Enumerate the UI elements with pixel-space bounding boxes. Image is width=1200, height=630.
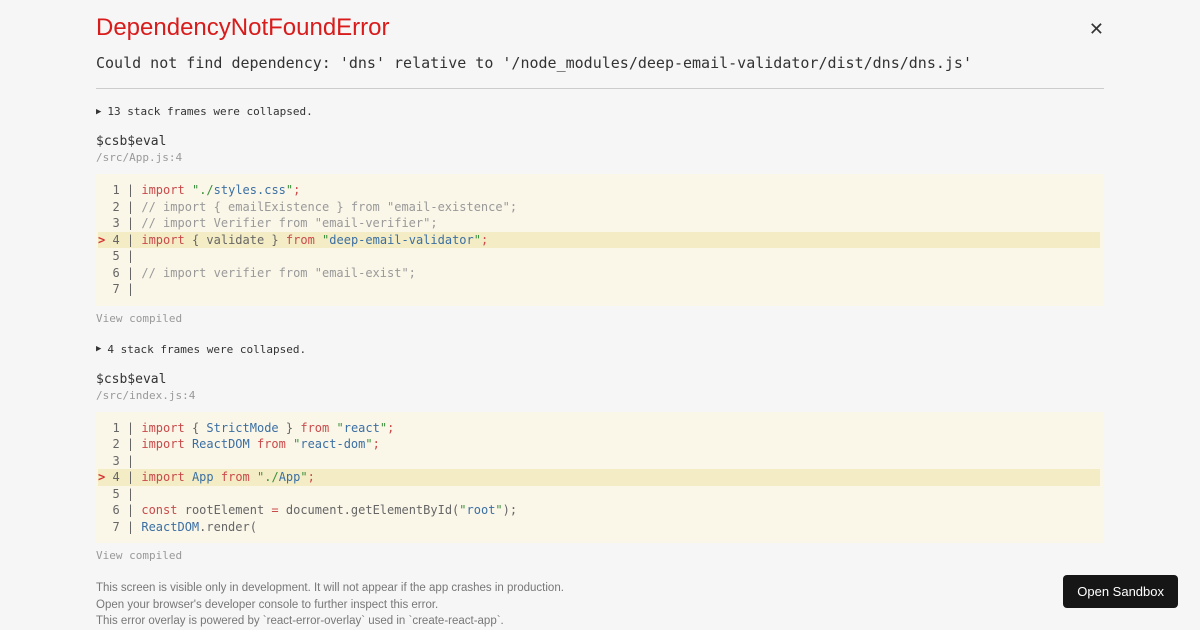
frame-path-2: /src/index.js:4 [96, 389, 1104, 402]
code-line: 7 | [98, 281, 1100, 298]
disclosure-icon: ▶ [96, 344, 101, 354]
collapsed-text: 4 stack frames were collapsed. [107, 343, 306, 356]
close-icon[interactable]: ✕ [1089, 20, 1104, 38]
code-line: 1 | import { StrictMode } from "react"; [98, 420, 1100, 437]
error-title: DependencyNotFoundError [96, 14, 1104, 42]
code-line: 1 | import "./styles.css"; [98, 182, 1100, 199]
footnote-line: This screen is visible only in developme… [96, 580, 1104, 597]
code-line: 2 | // import { emailExistence } from "e… [98, 199, 1100, 216]
code-line: 2 | import ReactDOM from "react-dom"; [98, 436, 1100, 453]
code-line: 6 | const rootElement = document.getElem… [98, 502, 1100, 519]
code-line: 5 | [98, 486, 1100, 503]
collapsed-frames-2[interactable]: ▶ 4 stack frames were collapsed. [96, 343, 1104, 356]
code-line: 7 | ReactDOM.render( [98, 519, 1100, 536]
footnote-line: Open your browser's developer console to… [96, 597, 1104, 614]
view-compiled-2[interactable]: View compiled [96, 549, 1104, 562]
footnote: This screen is visible only in developme… [96, 580, 1104, 630]
divider [96, 88, 1104, 89]
disclosure-icon: ▶ [96, 107, 101, 117]
code-line-highlighted: > 4 | import { validate } from "deep-ema… [98, 232, 1100, 249]
frame-path-1: /src/App.js:4 [96, 151, 1104, 164]
footnote-line: This error overlay is powered by `react-… [96, 613, 1104, 630]
code-line-highlighted: > 4 | import App from "./App"; [98, 469, 1100, 486]
code-line: 3 | [98, 453, 1100, 470]
frame-name-1: $csb$eval [96, 134, 1104, 149]
error-message: Could not find dependency: 'dns' relativ… [96, 54, 1104, 72]
code-line: 5 | [98, 248, 1100, 265]
open-sandbox-button[interactable]: Open Sandbox [1063, 575, 1178, 608]
frame-name-2: $csb$eval [96, 372, 1104, 387]
code-line: 6 | // import verifier from "email-exist… [98, 265, 1100, 282]
collapsed-frames-1[interactable]: ▶ 13 stack frames were collapsed. [96, 105, 1104, 118]
code-block-2: 1 | import { StrictMode } from "react"; … [96, 412, 1104, 544]
collapsed-text: 13 stack frames were collapsed. [107, 105, 312, 118]
view-compiled-1[interactable]: View compiled [96, 312, 1104, 325]
code-block-1: 1 | import "./styles.css"; 2 | // import… [96, 174, 1104, 306]
code-line: 3 | // import Verifier from "email-verif… [98, 215, 1100, 232]
